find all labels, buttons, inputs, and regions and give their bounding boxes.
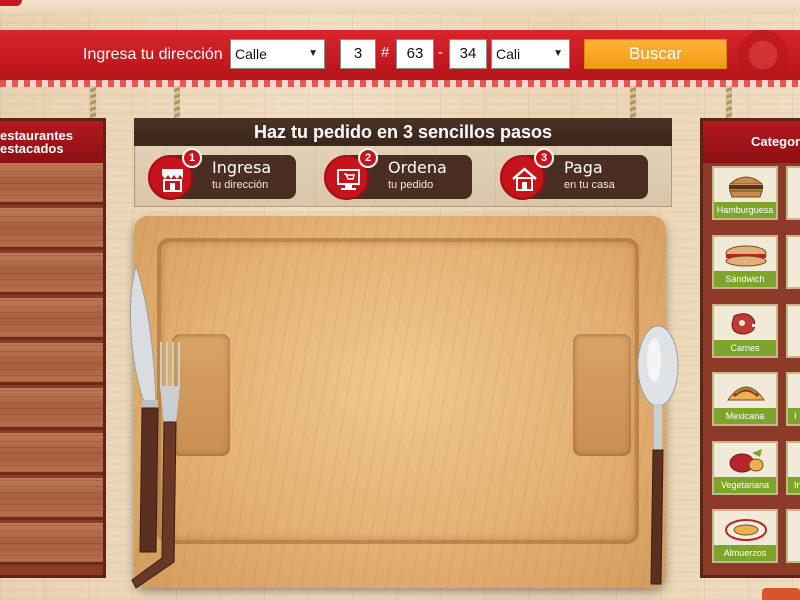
- category-partial[interactable]: [786, 166, 800, 220]
- restaurant-slot[interactable]: [0, 478, 103, 520]
- city-value: Cali: [496, 46, 521, 62]
- featured-restaurants-title: estaurantes estacados: [0, 121, 103, 163]
- meat-icon: [731, 313, 762, 335]
- step-sublabel: tu dirección: [212, 179, 269, 191]
- steps-title: Haz tu pedido en 3 sencillos pasos: [253, 122, 553, 142]
- house-number-input[interactable]: 34: [449, 39, 487, 69]
- restaurant-slot[interactable]: [0, 208, 103, 250]
- restaurant-slot[interactable]: [0, 433, 103, 475]
- sandwich-icon: [725, 245, 767, 267]
- search-button[interactable]: Buscar: [584, 39, 727, 69]
- featured-restaurants-panel: estaurantes estacados: [0, 118, 106, 578]
- house-icon: [512, 167, 537, 191]
- plate-icon: [725, 519, 767, 541]
- category-label: Almuerzos: [714, 545, 776, 561]
- category-label: Vegetariana: [714, 477, 776, 493]
- category-label: Carnes: [714, 340, 776, 356]
- step-paga[interactable]: 3 Paga en tu casa: [500, 148, 650, 200]
- hanging-rope: [90, 86, 96, 120]
- chevron-down-icon: ▼: [553, 48, 563, 59]
- street-number-input[interactable]: 3: [340, 39, 376, 69]
- chevron-down-icon: ▼: [308, 48, 318, 59]
- category-partial[interactable]: [786, 304, 800, 358]
- store-icon: [162, 169, 183, 192]
- street-type-select[interactable]: Calle ▼: [230, 39, 325, 69]
- category-partial[interactable]: [786, 235, 800, 289]
- step-label: Paga: [564, 158, 603, 177]
- restaurant-slot[interactable]: [0, 298, 103, 340]
- step-label: Ingresa: [212, 158, 272, 177]
- top-strip: [0, 0, 800, 14]
- city-select[interactable]: Cali ▼: [491, 39, 570, 69]
- feedback-tab[interactable]: [762, 588, 800, 600]
- step-ordena[interactable]: 2 Ordena tu pedido: [324, 148, 474, 200]
- hanging-rope: [726, 86, 732, 120]
- category-partial[interactable]: I: [786, 372, 800, 426]
- address-label: Ingresa tu dirección: [83, 46, 223, 63]
- restaurant-slot[interactable]: [0, 163, 103, 205]
- burger-icon: [728, 176, 764, 198]
- step-label: Ordena: [388, 158, 447, 177]
- category-label: Sándwich: [714, 271, 776, 287]
- taco-icon: [727, 386, 765, 401]
- restaurant-slot[interactable]: [0, 523, 103, 565]
- category-label: Hamburguesa: [714, 202, 776, 218]
- step-sublabel: tu pedido: [388, 179, 434, 191]
- restaurant-slot[interactable]: [0, 253, 103, 295]
- knife-and-fork-icon: [130, 264, 180, 589]
- category-partial[interactable]: In: [786, 441, 800, 495]
- street-type-value: Calle: [235, 46, 267, 62]
- vegetable-icon: [729, 449, 764, 473]
- category-hamburguesa[interactable]: Hamburguesa: [712, 166, 778, 220]
- category-almuerzos[interactable]: Almuerzos: [712, 509, 778, 563]
- computer-icon: [337, 169, 360, 190]
- categories-title: Categor: [703, 121, 800, 163]
- category-label: I: [788, 408, 800, 424]
- category-label: In: [788, 477, 800, 493]
- restaurant-slot[interactable]: [0, 388, 103, 430]
- dash-separator: -: [438, 44, 443, 61]
- category-vegetariana[interactable]: Vegetariana: [712, 441, 778, 495]
- header-emblem: [738, 30, 788, 80]
- restaurant-slot[interactable]: [0, 343, 103, 385]
- step-sublabel: en tu casa: [564, 179, 615, 191]
- category-label: Mexicana: [714, 408, 776, 424]
- board-handle-slot: [573, 334, 631, 456]
- step-ingresa[interactable]: 1 Ingresa tu dirección: [148, 148, 298, 200]
- spoon-icon: [637, 325, 679, 585]
- category-carnes[interactable]: Carnes: [712, 304, 778, 358]
- category-sandwich[interactable]: Sándwich: [712, 235, 778, 289]
- step-number: 3: [534, 148, 554, 168]
- category-mexicana[interactable]: Mexicana: [712, 372, 778, 426]
- panel-title-line: estacados: [0, 141, 64, 156]
- logo-fragment: [0, 0, 22, 6]
- step-number: 1: [182, 148, 202, 168]
- hash-separator: #: [381, 44, 390, 61]
- step-number: 2: [358, 148, 378, 168]
- category-partial[interactable]: [786, 509, 800, 563]
- cross-number-input[interactable]: 63: [396, 39, 434, 69]
